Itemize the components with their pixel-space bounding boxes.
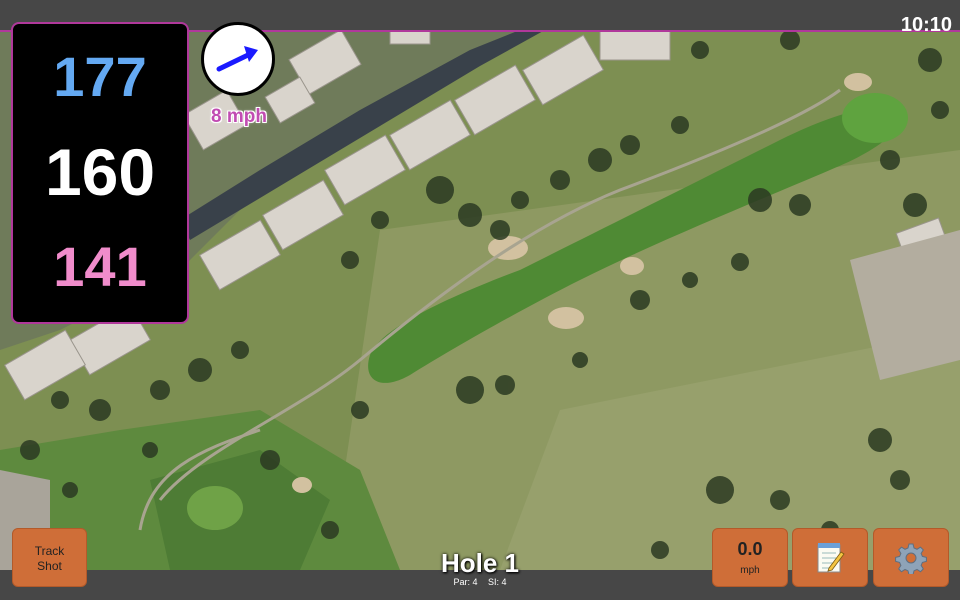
clock: 10:10 — [900, 14, 952, 36]
shot-speed-value: 0.0 — [737, 539, 763, 559]
gear-icon — [895, 543, 927, 574]
hole-par: Par: 4 — [453, 577, 478, 587]
distance-front: 141 — [53, 235, 147, 298]
hole-stroke-index: SI: 4 — [488, 577, 507, 587]
wind-indicator — [201, 22, 275, 96]
distance-middle: 160 — [44, 135, 156, 209]
track-shot-label-line1: Track — [34, 544, 65, 558]
track-shot-button[interactable]: Track Shot — [12, 528, 87, 587]
shot-speed-button[interactable]: 0.0 mph — [712, 528, 788, 587]
shot-speed-unit: mph — [740, 565, 760, 576]
wind-speed: 8 mph — [211, 106, 267, 127]
distance-back: 177 — [53, 45, 147, 108]
distance-panel: 177 160 141 — [11, 22, 189, 324]
hole-info: Par: 4 SI: 4 — [380, 577, 580, 587]
wind-direction-arrow-icon — [216, 46, 258, 72]
hole-title: Hole 1 — [440, 548, 520, 578]
notes-button[interactable] — [792, 528, 868, 587]
notepad-icon — [817, 542, 845, 572]
settings-button[interactable] — [873, 528, 949, 587]
track-shot-label-line2: Shot — [37, 559, 62, 573]
